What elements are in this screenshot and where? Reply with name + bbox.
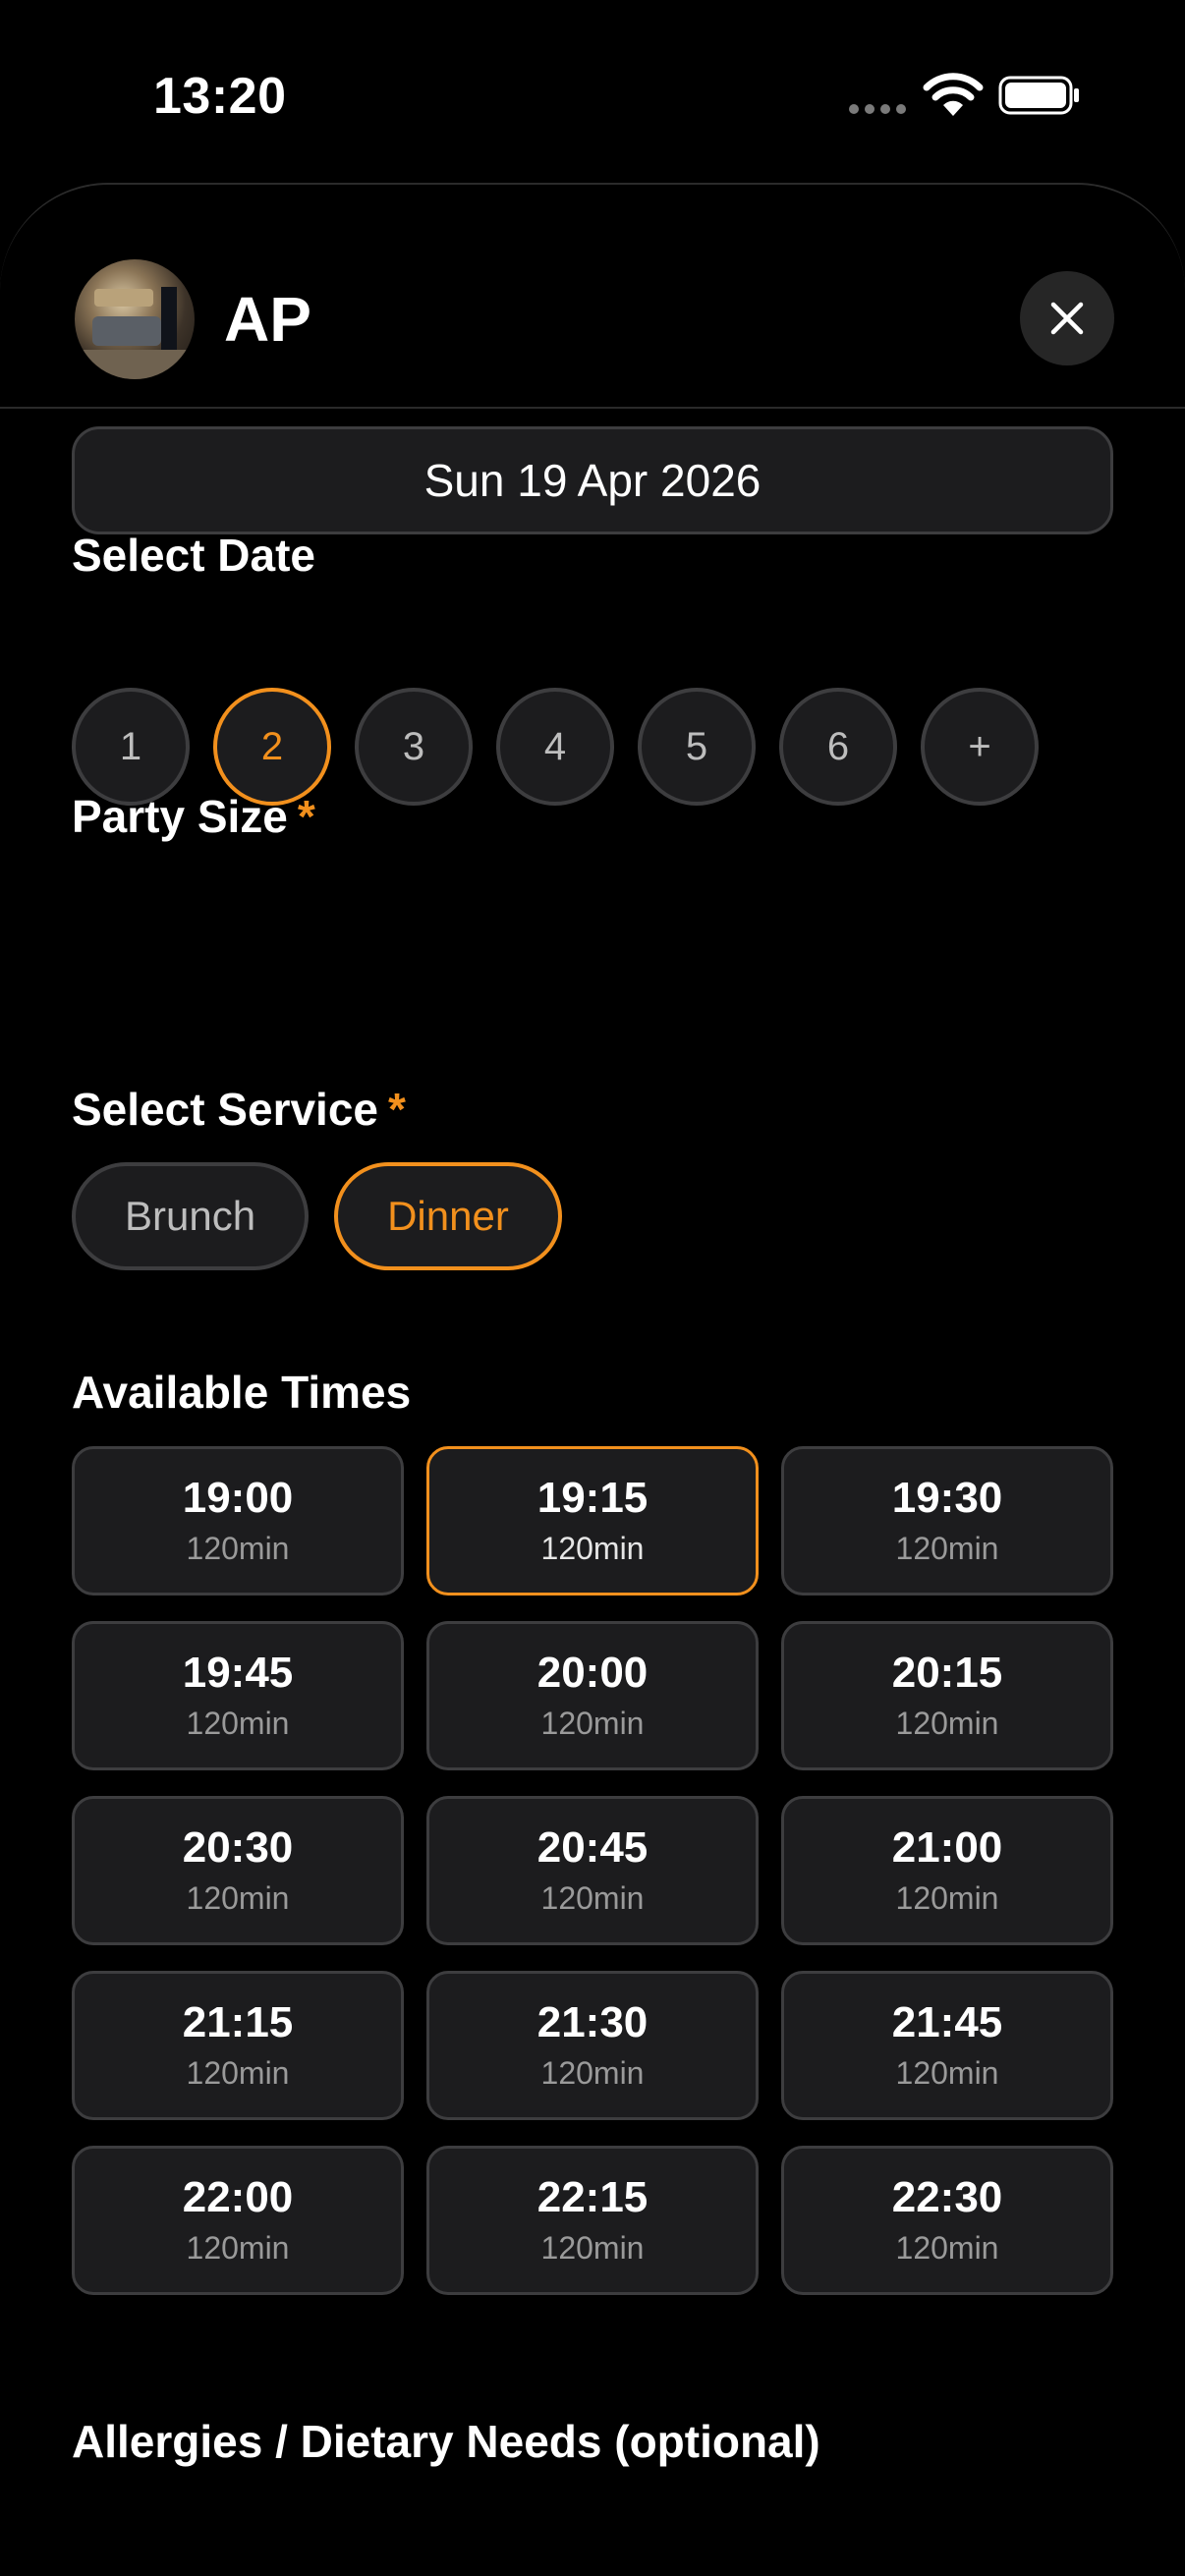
time-slot-duration: 120min bbox=[540, 1705, 645, 1741]
time-slot[interactable]: 22:30 120min bbox=[781, 2146, 1113, 2295]
time-slot[interactable]: 21:30 120min bbox=[426, 1971, 759, 2120]
time-slot-time: 19:45 bbox=[182, 1649, 294, 1698]
select-date-label: Select Date bbox=[72, 530, 316, 581]
time-slot[interactable]: 19:45 120min bbox=[72, 1621, 404, 1770]
available-times-label: Available Times bbox=[72, 1367, 412, 1418]
select-service-label-text: Select Service bbox=[72, 1084, 379, 1135]
time-slot-duration: 120min bbox=[186, 1530, 290, 1566]
time-slot[interactable]: 22:00 120min bbox=[72, 2146, 404, 2295]
time-slot-duration: 120min bbox=[186, 1879, 290, 1916]
time-slot[interactable]: 19:15 120min bbox=[426, 1446, 759, 1596]
party-size-option[interactable]: + bbox=[921, 688, 1039, 806]
time-slot-duration: 120min bbox=[540, 1530, 645, 1566]
party-size-option[interactable]: 5 bbox=[638, 688, 756, 806]
time-slot-duration: 120min bbox=[895, 2054, 999, 2091]
service-option-dinner[interactable]: Dinner bbox=[334, 1162, 562, 1270]
time-slot[interactable]: 21:00 120min bbox=[781, 1796, 1113, 1945]
time-slot-time: 22:15 bbox=[536, 2173, 649, 2222]
status-bar: 13:20 bbox=[0, 0, 1185, 187]
time-slot-duration: 120min bbox=[895, 1879, 999, 1916]
time-slot[interactable]: 22:15 120min bbox=[426, 2146, 759, 2295]
allergies-label: Allergies / Dietary Needs (optional) bbox=[72, 2416, 820, 2467]
time-slot-duration: 120min bbox=[186, 2054, 290, 2091]
time-slot-duration: 120min bbox=[186, 2229, 290, 2266]
status-time: 13:20 bbox=[153, 68, 287, 125]
required-marker: * bbox=[388, 1084, 406, 1135]
time-slot-time: 21:15 bbox=[182, 1998, 294, 2047]
sheet-header: AP bbox=[0, 185, 1185, 409]
time-slot-time: 20:45 bbox=[536, 1823, 649, 1873]
time-slot[interactable]: 21:45 120min bbox=[781, 1971, 1113, 2120]
party-size-option[interactable]: 4 bbox=[496, 688, 614, 806]
venue-avatar bbox=[75, 259, 195, 379]
service-option-brunch[interactable]: Brunch bbox=[72, 1162, 310, 1270]
time-slot-time: 19:00 bbox=[182, 1474, 294, 1523]
party-size-option[interactable]: 2 bbox=[213, 688, 331, 806]
time-slot[interactable]: 20:30 120min bbox=[72, 1796, 404, 1945]
time-slot-duration: 120min bbox=[540, 2229, 645, 2266]
party-size-option[interactable]: 3 bbox=[355, 688, 473, 806]
select-service-label: Select Service * bbox=[72, 1083, 406, 1136]
close-icon bbox=[1050, 302, 1084, 335]
battery-icon bbox=[998, 76, 1079, 115]
time-slot[interactable]: 20:00 120min bbox=[426, 1621, 759, 1770]
time-slot[interactable]: 20:15 120min bbox=[781, 1621, 1113, 1770]
time-slot[interactable]: 20:45 120min bbox=[426, 1796, 759, 1945]
date-picker-field[interactable]: Sun 19 Apr 2026 bbox=[72, 426, 1113, 534]
time-slot-time: 22:00 bbox=[182, 2173, 294, 2222]
party-size-option[interactable]: 1 bbox=[72, 688, 190, 806]
time-slot[interactable]: 19:00 120min bbox=[72, 1446, 404, 1596]
time-slot[interactable]: 19:30 120min bbox=[781, 1446, 1113, 1596]
venue-name: AP bbox=[224, 284, 311, 355]
time-slot-time: 20:00 bbox=[536, 1649, 649, 1698]
cellular-signal-icon bbox=[849, 104, 906, 114]
service-selector: Brunch Dinner bbox=[72, 1162, 562, 1270]
booking-screen: 13:20 AP Select Date Sun 19 Apr 2026 Par… bbox=[0, 0, 1185, 2576]
time-slot-duration: 120min bbox=[540, 2054, 645, 2091]
party-size-option[interactable]: 6 bbox=[779, 688, 897, 806]
time-slot-time: 21:30 bbox=[536, 1998, 649, 2047]
time-slot-duration: 120min bbox=[186, 1705, 290, 1741]
time-slot-time: 20:15 bbox=[891, 1649, 1003, 1698]
time-slot-duration: 120min bbox=[895, 2229, 999, 2266]
time-slot-time: 22:30 bbox=[891, 2173, 1003, 2222]
close-button[interactable] bbox=[1020, 271, 1114, 365]
time-slot-time: 21:45 bbox=[891, 1998, 1003, 2047]
time-slot-duration: 120min bbox=[540, 1879, 645, 1916]
party-size-selector: 1 2 3 4 5 6 + bbox=[72, 688, 1039, 806]
time-slot[interactable]: 21:15 120min bbox=[72, 1971, 404, 2120]
time-slot-duration: 120min bbox=[895, 1705, 999, 1741]
time-slot-time: 20:30 bbox=[182, 1823, 294, 1873]
time-slot-time: 19:30 bbox=[891, 1474, 1003, 1523]
time-slot-grid: 19:00 120min 19:15 120min 19:30 120min 19:45 12… bbox=[72, 1446, 1113, 2295]
time-slot-time: 21:00 bbox=[891, 1823, 1003, 1873]
time-slot-duration: 120min bbox=[895, 1530, 999, 1566]
wifi-icon bbox=[923, 73, 984, 116]
time-slot-time: 19:15 bbox=[536, 1474, 649, 1523]
